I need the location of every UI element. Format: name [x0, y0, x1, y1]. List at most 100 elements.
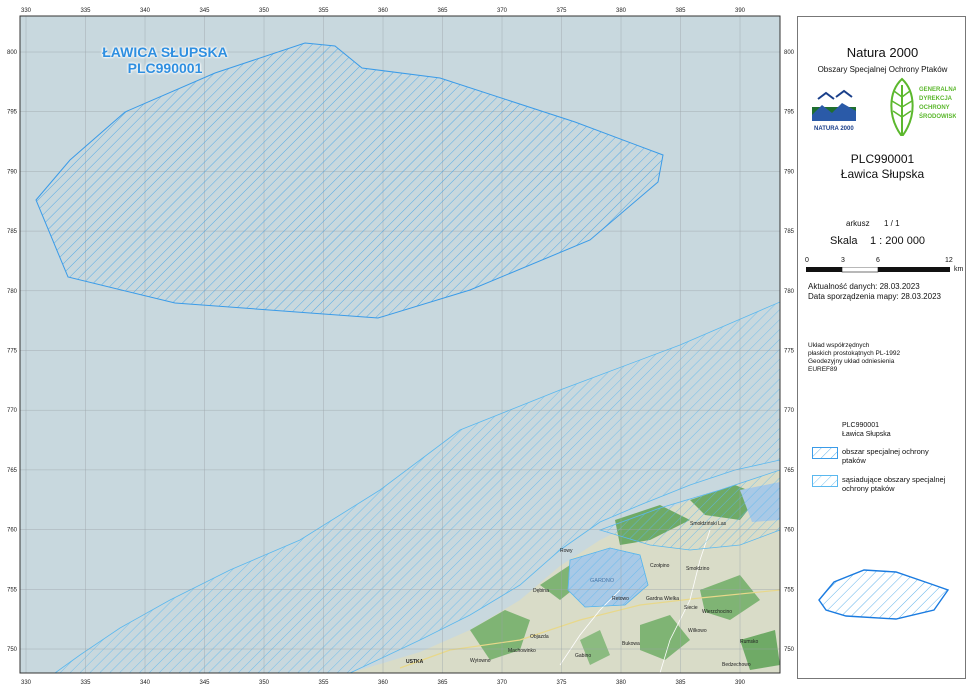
y-tick-label: 755 — [784, 587, 795, 593]
x-tick-label: 380 — [616, 680, 627, 686]
place-name: GARDNO — [590, 578, 615, 584]
y-tick-labels-left: 800 795 790 785 780 775 770 765 760 755 750 — [7, 50, 18, 653]
x-tick-label: 355 — [318, 8, 329, 14]
overview-map[interactable] — [816, 562, 951, 622]
natura-2000-logo: NATURA 2000 — [812, 89, 856, 132]
place-name: Bukowa — [622, 641, 640, 647]
y-tick-label: 775 — [7, 349, 18, 355]
scale-unit: km — [954, 266, 964, 273]
scale-tick-3: 3 — [841, 257, 845, 264]
legend-name: Ławica Słupska — [842, 431, 891, 438]
x-tick-label: 335 — [80, 680, 91, 686]
y-tick-label: 800 — [7, 50, 18, 56]
y-tick-label: 790 — [7, 169, 18, 175]
place-name: Rowy — [560, 548, 573, 554]
place-name: Wilkowo — [688, 628, 707, 634]
gdos-logo-text: DYREKCJA — [919, 96, 953, 102]
legend-item-neighboring-line2: ochrony ptaków — [842, 484, 895, 493]
place-name: Wytowno — [470, 658, 491, 664]
place-name: Objazda — [530, 634, 549, 640]
sheet-value: 1 / 1 — [884, 219, 900, 228]
x-tick-label: 365 — [437, 8, 448, 14]
x-tick-label: 340 — [140, 8, 151, 14]
y-tick-label: 780 — [7, 289, 18, 295]
x-tick-label: 380 — [616, 8, 627, 14]
area-label: ŁAWICA SŁUPSKA PLC990001 — [90, 44, 240, 76]
map-date: Data sporządzenia mapy: 28.03.2023 — [808, 292, 941, 301]
crs-line-2: płaskich prostokątnych PL-1992 — [808, 350, 901, 357]
x-tick-label: 335 — [80, 8, 91, 14]
x-tick-label: 390 — [735, 680, 746, 686]
y-tick-label: 795 — [7, 110, 18, 116]
scale-label: Skala — [830, 235, 858, 247]
natura-logo-text: NATURA 2000 — [814, 126, 854, 132]
crs-line-3: Geodezyjny układ odniesienia — [808, 358, 895, 365]
scale-value: 1 : 200 000 — [870, 235, 926, 247]
place-name: Dębina — [533, 588, 549, 594]
y-tick-label: 750 — [7, 647, 18, 653]
y-tick-label: 780 — [784, 289, 795, 295]
x-tick-label: 330 — [21, 680, 32, 686]
y-tick-label: 770 — [784, 408, 795, 414]
x-tick-labels-bottom: 330 335 340 345 350 355 360 365 370 375 380 385 390 — [21, 680, 746, 686]
x-tick-label: 350 — [259, 8, 270, 14]
y-tick-label: 775 — [784, 349, 795, 355]
x-tick-label: 375 — [556, 680, 567, 686]
scale-bar — [806, 267, 950, 273]
y-tick-label: 765 — [784, 468, 795, 474]
area-name: Ławica Słupska — [840, 167, 925, 181]
legend-swatch-neighboring — [812, 475, 838, 487]
y-tick-labels-right: 800 795 790 785 780 775 770 765 760 755 750 — [784, 50, 795, 653]
x-tick-label: 330 — [21, 8, 32, 14]
place-name: Gardna Wielka — [646, 596, 679, 602]
gdos-logo-text: GENERALNA — [919, 87, 956, 93]
place-name: Wierzchocino — [702, 609, 732, 615]
x-tick-labels-top: 330 335 340 345 350 355 360 365 370 375 380 385 390 — [21, 8, 746, 14]
legend-panel: Natura 2000 Obszary Specjalnej Ochrony P… — [797, 16, 966, 679]
x-tick-label: 345 — [199, 680, 210, 686]
x-tick-label: 360 — [378, 680, 389, 686]
place-name: Smołdziński Las — [690, 521, 727, 527]
area-label-name: ŁAWICA SŁUPSKA — [102, 44, 228, 60]
y-tick-label: 760 — [784, 528, 795, 534]
place-name: Bedzechowo — [722, 662, 751, 668]
legend-item-spa-line1: obszar specjalnej ochrony — [842, 447, 929, 456]
x-tick-label: 350 — [259, 680, 270, 686]
place-name: Czołpino — [650, 563, 670, 569]
y-tick-label: 785 — [784, 229, 795, 235]
area-label-code: PLC990001 — [127, 60, 203, 76]
data-date: Aktualność danych: 28.03.2023 — [808, 282, 920, 291]
legend-item-neighboring-line1: sąsiadujące obszary specjalnej — [842, 475, 946, 484]
place-name: USTKA — [406, 659, 424, 665]
area-code: PLC990001 — [850, 152, 915, 166]
x-tick-label: 365 — [437, 680, 448, 686]
place-name: Smołdzino — [686, 566, 710, 572]
x-tick-label: 370 — [497, 680, 508, 686]
x-tick-label: 375 — [556, 8, 567, 14]
crs-line-4: EUREF89 — [808, 366, 838, 373]
y-tick-label: 755 — [7, 587, 18, 593]
scale-tick-0: 0 — [805, 257, 809, 264]
place-name: Retowo — [612, 596, 629, 602]
x-tick-label: 360 — [378, 8, 389, 14]
x-tick-label: 345 — [199, 8, 210, 14]
gdos-leaf-logo: GENERALNA DYREKCJA OCHRONY ŚRODOWISKA — [890, 77, 956, 136]
y-tick-label: 800 — [784, 50, 795, 56]
panel-subtitle: Obszary Specjalnej Ochrony Ptaków — [817, 65, 948, 74]
y-tick-label: 785 — [7, 229, 18, 235]
y-tick-label: 790 — [784, 169, 795, 175]
y-tick-label: 770 — [7, 408, 18, 414]
panel-title: Natura 2000 — [846, 45, 919, 60]
place-name: Rumsko — [740, 639, 759, 645]
y-tick-label: 795 — [784, 110, 795, 116]
scale-tick-6: 6 — [876, 257, 880, 264]
place-name: Machowinko — [508, 648, 536, 654]
sheet-label: arkusz — [846, 219, 870, 228]
scale-tick-12: 12 — [945, 257, 953, 264]
y-tick-label: 765 — [7, 468, 18, 474]
place-name: Siecie — [684, 605, 698, 611]
x-tick-label: 385 — [675, 8, 686, 14]
x-tick-label: 370 — [497, 8, 508, 14]
legend-swatch-spa — [812, 447, 838, 459]
legend-item-spa-line2: ptaków — [842, 456, 866, 465]
